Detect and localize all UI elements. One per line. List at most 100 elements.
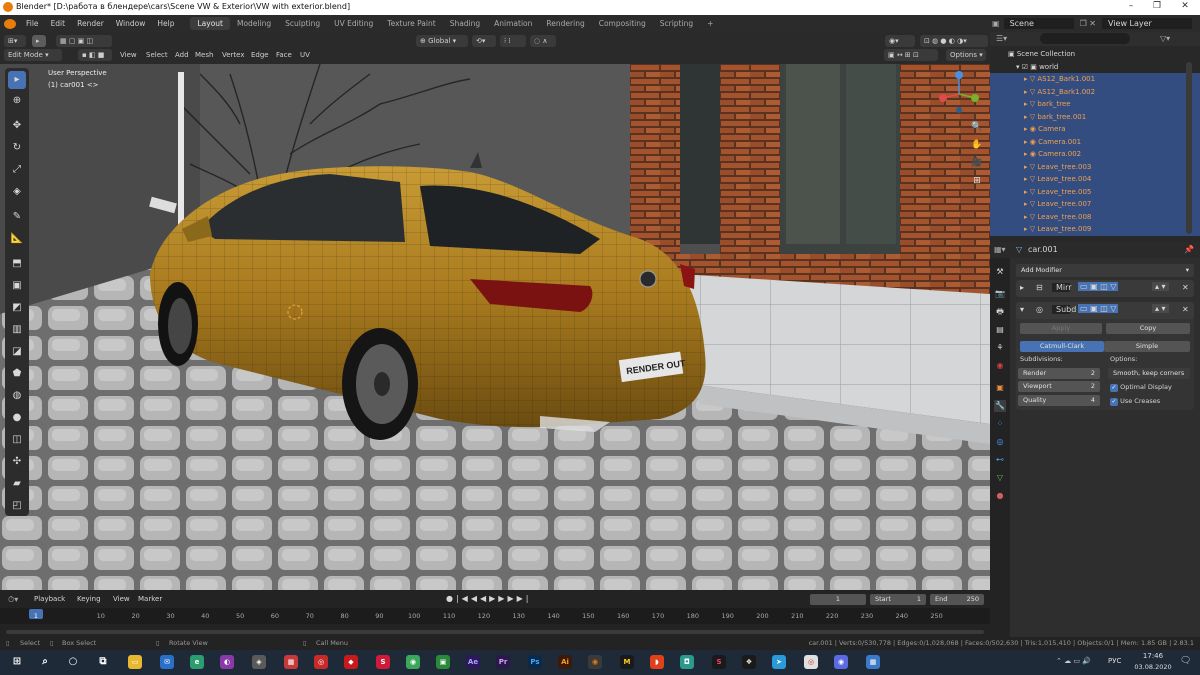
uv-smooth-dropdown[interactable]: Smooth, keep corners xyxy=(1108,368,1190,379)
viewport-menu-add[interactable]: Add xyxy=(175,49,189,61)
workspace-tab-compositing[interactable]: Compositing xyxy=(592,17,653,30)
outliner-item[interactable]: ▸ ▽ bark_tree.001 xyxy=(990,110,1200,123)
premiere-icon[interactable]: Pr xyxy=(496,655,510,669)
outliner-scrollbar[interactable] xyxy=(1186,62,1192,234)
particles-tab-icon[interactable]: ⁘ xyxy=(994,418,1006,430)
app-sketch-icon[interactable]: S xyxy=(712,655,726,669)
timeline-menu-view[interactable]: View xyxy=(113,595,130,603)
workspace-tab-rendering[interactable]: Rendering xyxy=(539,17,591,30)
chrome-icon[interactable]: ◎ xyxy=(804,655,818,669)
view-layer-tab-icon[interactable]: ▤ xyxy=(994,324,1006,336)
subdivision-visibility-icons[interactable]: ▭ ▣ ◫ ▽ xyxy=(1078,304,1119,313)
poly-build-tool-icon[interactable]: ⬟ xyxy=(8,365,26,383)
modifier-subdivision[interactable]: ▾ ◎ Subd ▭ ▣ ◫ ▽ ▴ ▾ ✕ xyxy=(1016,302,1194,319)
end-frame-field[interactable]: End 250 xyxy=(930,594,984,605)
smooth-tool-icon[interactable]: ● xyxy=(8,409,26,427)
blender-taskbar-icon[interactable]: ◉ xyxy=(588,655,602,669)
extrude-tool-icon[interactable]: ⬒ xyxy=(8,255,26,273)
photoshop-icon[interactable]: Ps xyxy=(528,655,542,669)
cursor-tool-icon[interactable]: ⊕ xyxy=(8,92,26,110)
workspace-tab-sculpting[interactable]: Sculpting xyxy=(278,17,327,30)
tray-icons[interactable]: ⌃ ☁ ▭ 🔊 xyxy=(1056,657,1091,665)
world-tab-icon[interactable]: ◉ xyxy=(994,360,1006,372)
quality-field[interactable]: Quality 4 xyxy=(1018,395,1100,406)
filter-icon[interactable]: ▽▾ xyxy=(1160,34,1170,43)
workspace-tab-shading[interactable]: Shading xyxy=(443,17,487,30)
illustrator-icon[interactable]: Ai xyxy=(558,655,572,669)
menu-help[interactable]: Help xyxy=(151,19,180,28)
app-m-icon[interactable]: M xyxy=(620,655,634,669)
outliner-item[interactable]: ▸ ▽ Leave_tree.005 xyxy=(990,185,1200,198)
cortana-icon[interactable]: ○ xyxy=(66,655,80,669)
app-red-icon[interactable]: ▦ xyxy=(284,655,298,669)
app-orange-icon[interactable]: ◗ xyxy=(650,655,664,669)
expand-icon[interactable]: ▸ xyxy=(1020,283,1024,292)
after-effects-icon[interactable]: Ae xyxy=(466,655,480,669)
render-levels-field[interactable]: Render 2 xyxy=(1018,368,1100,379)
spin-tool-icon[interactable]: ◍ xyxy=(8,387,26,405)
task-view-icon[interactable]: ⧉ xyxy=(96,655,110,669)
measure-tool-icon[interactable]: 📐 xyxy=(8,230,26,248)
outliner-item[interactable]: ▸ ◉ Camera.002 xyxy=(990,148,1200,161)
overlay-icons[interactable]: ▣ ↔ ⊞ ⊡ xyxy=(884,49,938,61)
inset-tool-icon[interactable]: ▣ xyxy=(8,277,26,295)
optimal-display-checkbox[interactable]: ✓ Optimal Display xyxy=(1110,383,1172,392)
outliner-item[interactable]: ▸ ▽ Leave_tree.007 xyxy=(990,198,1200,211)
start-frame-field[interactable]: Start 1 xyxy=(870,594,926,605)
move-tool-icon[interactable]: ✥ xyxy=(8,117,26,135)
workspace-tab-layout[interactable]: Layout xyxy=(190,17,230,30)
timeline-scrollbar[interactable] xyxy=(6,630,984,634)
rip-tool-icon[interactable]: ◰ xyxy=(8,497,26,515)
transform-tool-icon[interactable]: ◈ xyxy=(8,183,26,201)
viewport-menu-view[interactable]: View xyxy=(120,49,137,61)
catmull-clark-button[interactable]: Catmull-Clark xyxy=(1020,341,1104,352)
outliner-item[interactable]: ▸ ▽ AS12_Bark1.002 xyxy=(990,85,1200,98)
notifications-icon[interactable]: 🗨 xyxy=(1180,656,1191,666)
navigation-gizmo[interactable] xyxy=(935,70,983,118)
workspace-tab-modeling[interactable]: Modeling xyxy=(230,17,278,30)
use-creases-checkbox[interactable]: ✓ Use Creases xyxy=(1110,397,1160,406)
bevel-tool-icon[interactable]: ◩ xyxy=(8,299,26,317)
workspace-tab-uv-editing[interactable]: UV Editing xyxy=(327,17,380,30)
menu-render[interactable]: Render xyxy=(71,19,110,28)
outliner-editor-icon[interactable]: ☰▾ xyxy=(996,34,1007,43)
scale-tool-icon[interactable]: ⤢ xyxy=(8,161,26,179)
snap-icon[interactable]: ⁝ ⁞ xyxy=(500,35,526,47)
rotate-tool-icon[interactable]: ↻ xyxy=(8,139,26,157)
workspace-tab-scripting[interactable]: Scripting xyxy=(653,17,700,30)
scene-field[interactable]: Scene xyxy=(1003,18,1074,29)
telegram-icon[interactable]: ➤ xyxy=(772,655,786,669)
viewport-menu-face[interactable]: Face xyxy=(276,49,292,61)
modifier-mirror[interactable]: ▸ ⊟ Mirr ▭ ▣ ◫ ▽ ▴ ▾ ✕ xyxy=(1016,280,1194,297)
copy-button[interactable]: Copy xyxy=(1106,323,1190,334)
file-explorer-icon[interactable]: ▭ xyxy=(128,655,142,669)
windows-start-icon[interactable]: ⊞ xyxy=(10,655,24,669)
modifier-tab-icon[interactable]: 🔧 xyxy=(994,400,1006,412)
outliner-item[interactable]: ▸ ▽ bark_tree xyxy=(990,98,1200,111)
outliner-item[interactable]: ▸ ▽ Leave_tree.004 xyxy=(990,173,1200,186)
pan-view-icon[interactable]: ✋ xyxy=(970,140,984,154)
viewport-menu-uv[interactable]: UV xyxy=(300,49,310,61)
app-teal-icon[interactable]: ◘ xyxy=(680,655,694,669)
viewport-gizmo-toggle-icon[interactable]: ◉▾ xyxy=(885,35,915,47)
menu-window[interactable]: Window xyxy=(110,19,152,28)
outliner-item[interactable]: ▸ ▽ Leave_tree.009 xyxy=(990,223,1200,236)
viewport-menu-edge[interactable]: Edge xyxy=(251,49,269,61)
edge-slide-tool-icon[interactable]: ◫ xyxy=(8,431,26,449)
outliner-item[interactable]: ▸ ▽ Leave_tree.003 xyxy=(990,160,1200,173)
app-red-circle-icon[interactable]: ◎ xyxy=(314,655,328,669)
shear-tool-icon[interactable]: ▰ xyxy=(8,475,26,493)
material-tab-icon[interactable]: ● xyxy=(994,490,1006,502)
edge-browser-icon[interactable]: e xyxy=(190,655,204,669)
add-modifier-dropdown[interactable]: Add Modifier ▾ xyxy=(1016,264,1194,277)
physics-tab-icon[interactable]: ◎ xyxy=(994,436,1006,448)
outliner-item[interactable]: ▸ ▽ Leave_tree.008 xyxy=(990,210,1200,223)
blender-menu-icon[interactable] xyxy=(4,18,16,29)
app-blue-icon[interactable]: ▦ xyxy=(866,655,880,669)
timeline-menu-keying[interactable]: Keying xyxy=(77,595,101,603)
camera-view-icon[interactable]: 🎥 xyxy=(970,158,984,172)
figma-icon[interactable]: ❖ xyxy=(742,655,756,669)
scene-copy-icon[interactable]: ❐ ✕ xyxy=(1080,19,1096,28)
subdivision-move-icons[interactable]: ▴ ▾ xyxy=(1152,304,1169,313)
modifier-mirror-name[interactable]: Mirr xyxy=(1052,283,1072,292)
